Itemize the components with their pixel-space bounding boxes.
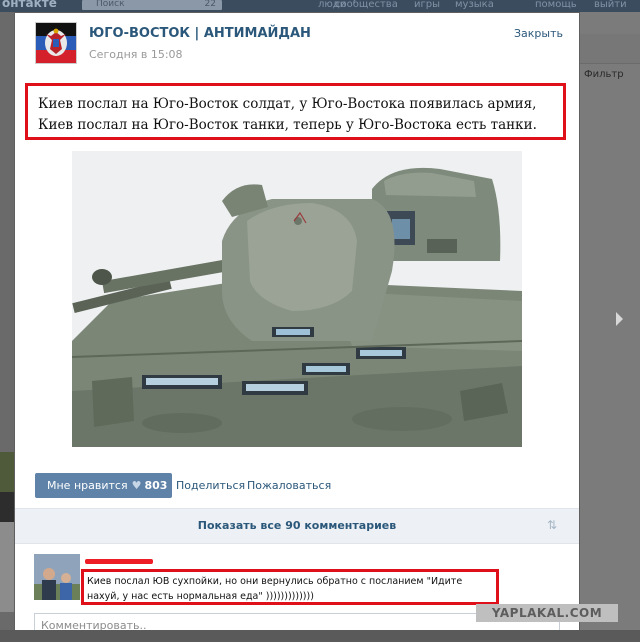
show-all-comments-link[interactable]: Показать все 90 комментариев — [15, 519, 579, 532]
site-logo[interactable]: онтакте — [0, 0, 70, 12]
report-link[interactable]: Пожаловаться — [247, 479, 331, 492]
post-photo[interactable] — [72, 151, 522, 447]
post-text: Киев послал на Юго-Восток солдат, у Юго-… — [25, 83, 566, 140]
share-link[interactable]: Поделиться — [176, 479, 245, 492]
comment-text: Киев послал ЮВ сухпойки, но они вернулис… — [81, 569, 499, 605]
double-headed-eagle-icon — [36, 23, 76, 63]
close-button[interactable]: Закрыть — [514, 27, 563, 40]
redacted-author-name — [85, 559, 153, 564]
search-count: 22 — [204, 0, 216, 9]
like-button[interactable]: Мне нравится ♥ 803 — [35, 473, 172, 498]
heart-icon: ♥ — [131, 479, 142, 492]
menu-music[interactable]: музыка — [455, 0, 494, 10]
group-avatar[interactable] — [35, 22, 77, 64]
post-popup: ЮГО-ВОСТОК | АНТИМАЙДАН Сегодня в 15:08 … — [14, 12, 580, 642]
background-bottom-strip — [0, 630, 640, 642]
top-navigation-bar: онтакте Поиск 22 люди сообщества игры му… — [0, 0, 640, 12]
sort-comments-icon[interactable]: ⇅ — [547, 518, 557, 532]
commenter-avatar[interactable] — [34, 554, 80, 600]
watermark: YAPLAKAL.COM — [476, 604, 618, 622]
menu-games[interactable]: игры — [414, 0, 440, 10]
menu-help[interactable]: помощь — [535, 0, 577, 10]
comment-text-content: Киев послал ЮВ сухпойки, но они вернулис… — [87, 576, 463, 602]
background-right-column: Фильтр — [580, 12, 640, 642]
post-timestamp[interactable]: Сегодня в 15:08 — [89, 48, 183, 61]
next-arrow-icon[interactable] — [616, 312, 623, 326]
menu-communities[interactable]: сообщества — [335, 0, 398, 10]
group-name-link[interactable]: ЮГО-ВОСТОК | АНТИМАЙДАН — [89, 26, 311, 41]
search-box[interactable]: Поиск 22 — [82, 0, 222, 10]
search-placeholder: Поиск — [96, 0, 125, 9]
commenter-photo — [34, 554, 80, 600]
show-comments-bar[interactable]: Показать все 90 комментариев ⇅ — [15, 508, 579, 544]
menu-logout[interactable]: выйти — [594, 0, 627, 10]
post-text-content: Киев послал на Юго-Восток солдат, у Юго-… — [38, 96, 537, 133]
like-label: Мне нравится — [47, 479, 128, 492]
post-header: ЮГО-ВОСТОК | АНТИМАЙДАН Сегодня в 15:08 … — [15, 13, 579, 77]
filter-link[interactable]: Фильтр — [584, 69, 624, 80]
armored-vehicle-photo — [72, 151, 522, 447]
like-count: 803 — [144, 479, 168, 492]
background-left-column — [0, 12, 14, 642]
